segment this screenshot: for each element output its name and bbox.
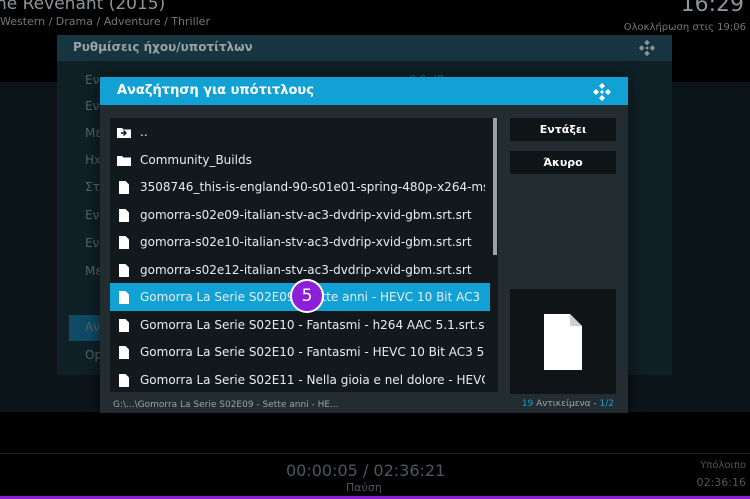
list-item-label: 3508746_this-is-england-90-s01e01-spring…: [140, 180, 485, 194]
list-item-label: gomorra-s02e12-italian-stv-ac3-dvdrip-xv…: [140, 263, 472, 277]
file-icon: [117, 373, 131, 387]
subtitle-browse-dialog: Αναζήτηση για υπότιτλους .. Community_Bu…: [100, 77, 628, 413]
list-item-label: Gomorra La Serie S02E11 - Nella gioia e …: [140, 373, 485, 387]
folder-up-icon: [117, 125, 131, 139]
list-item-file[interactable]: Gomorra La Serie S02E10 - Fantasmi - HEV…: [110, 338, 490, 366]
ok-button[interactable]: Εντάξει: [510, 118, 616, 141]
file-list: .. Community_Builds 3508746_this-is-engl…: [110, 118, 498, 392]
file-icon: [117, 318, 131, 332]
folder-icon: [117, 153, 131, 167]
pause-label: Παύση: [346, 481, 382, 494]
file-icon: [117, 235, 131, 249]
movie-genre: Western / Drama / Adventure / Thriller: [0, 15, 210, 28]
current-path: G:\...\Gomorra La Serie S02E09 - Sette a…: [113, 400, 339, 410]
list-scrollbar[interactable]: [493, 118, 497, 255]
list-item-label: Gomorra La Serie S02E10 - Fantasmi - h26…: [140, 318, 485, 332]
file-icon: [117, 345, 131, 359]
item-count: 19 Αντικείμενα - 1/2: [522, 399, 614, 409]
item-count-number: 19: [521, 399, 534, 409]
file-preview: [510, 289, 616, 394]
kodi-logo-icon: [593, 83, 611, 101]
list-item-label: gomorra-s02e10-italian-stv-ac3-dvdrip-xv…: [140, 235, 472, 249]
remaining-label: Υπόλοιπο: [700, 460, 746, 471]
movie-title: he Revenant (2015): [0, 0, 166, 14]
list-item-parent[interactable]: ..: [110, 118, 490, 146]
end-time: Ολοκλήρωση στις 19:06: [623, 22, 746, 33]
list-item-label: ..: [140, 125, 148, 139]
list-item-file[interactable]: gomorra-s02e10-italian-stv-ac3-dvdrip-xv…: [110, 228, 490, 256]
file-icon: [117, 208, 131, 222]
time-readout: 00:00:05 / 02:36:21: [286, 461, 446, 480]
settings-header: Ρυθμίσεις ήχου/υποτίτλων: [57, 35, 672, 61]
list-item-label: Gomorra La Serie S02E10 - Fantasmi - HEV…: [140, 345, 485, 359]
page-indicator: 1/2: [599, 399, 614, 409]
list-item-file[interactable]: Gomorra La Serie S02E10 - Fantasmi - h26…: [110, 311, 490, 339]
dialog-title: Αναζήτηση για υπότιτλους: [117, 83, 314, 98]
list-item-label: Community_Builds: [140, 153, 252, 167]
settings-title: Ρυθμίσεις ήχου/υποτίτλων: [73, 40, 253, 54]
kodi-logo-icon: [638, 39, 656, 57]
cancel-button[interactable]: Άκυρο: [510, 151, 616, 174]
list-item-label: gomorra-s02e09-italian-stv-ac3-dvdrip-xv…: [140, 208, 472, 222]
list-item-folder[interactable]: Community_Builds: [110, 146, 490, 174]
item-count-label: Αντικείμενα -: [533, 399, 600, 409]
remaining-value: 02:36:16: [696, 476, 746, 489]
file-icon: [117, 290, 131, 304]
seek-bar[interactable]: [0, 453, 750, 454]
dialog-header: Αναζήτηση για υπότιτλους: [100, 77, 628, 105]
list-item-file[interactable]: Gomorra La Serie S02E11 - Nella gioia e …: [110, 366, 490, 394]
step-badge: 5: [290, 279, 324, 313]
list-item-file[interactable]: gomorra-s02e09-italian-stv-ac3-dvdrip-xv…: [110, 201, 490, 229]
file-icon: [117, 180, 131, 194]
file-large-icon: [544, 313, 582, 370]
list-item-file[interactable]: 3508746_this-is-england-90-s01e01-spring…: [110, 173, 490, 201]
file-icon: [117, 263, 131, 277]
clock: 16:29: [680, 0, 744, 17]
settings-item[interactable]: Hx: [85, 153, 101, 167]
